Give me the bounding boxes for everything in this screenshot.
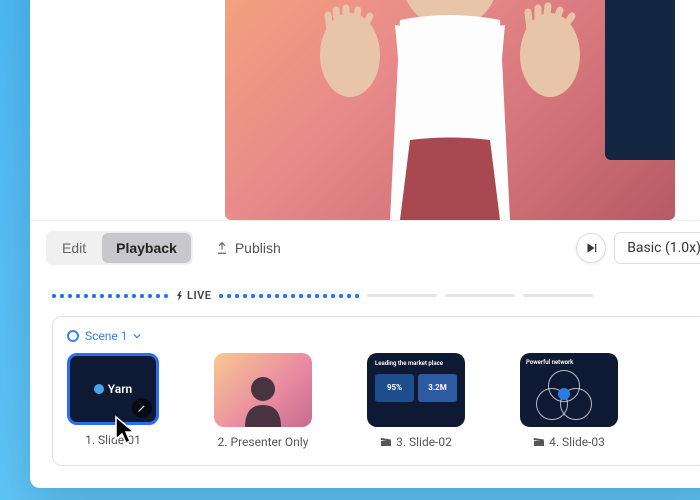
- slide-thumb-3: Leading the market place 95% 3.2M 3. Sli…: [367, 353, 465, 449]
- slide-title: Powerful network: [526, 359, 612, 366]
- thumb-label: 4. Slide-03: [549, 435, 605, 449]
- clapper-icon: [380, 437, 392, 447]
- chevron-down-icon: [133, 332, 141, 340]
- preview-side-panel: [605, 0, 675, 160]
- speed-select[interactable]: Basic (1.0x): [614, 232, 700, 264]
- bolt-icon: [176, 291, 184, 301]
- presenter-figure: [280, 0, 620, 220]
- timeline-segment[interactable]: [523, 294, 593, 297]
- playback-tab[interactable]: Playback: [102, 233, 191, 263]
- thumb-slide-03[interactable]: Powerful network: [520, 353, 618, 427]
- stat-box-a: 95%: [375, 374, 414, 402]
- timeline-segment[interactable]: [367, 294, 437, 297]
- publish-label: Publish: [235, 240, 281, 256]
- venn-diagram: [526, 366, 612, 421]
- play-button[interactable]: [576, 233, 606, 263]
- person-silhouette-icon: [235, 371, 291, 427]
- record-icon: [67, 330, 79, 342]
- slide-thumb-4: Powerful network 4. Slide-03: [520, 353, 618, 449]
- timeline-dots-right: [219, 294, 359, 298]
- live-label: LIVE: [187, 289, 211, 302]
- clapper-icon: [533, 437, 545, 447]
- slide-thumb-2: 2. Presenter Only: [214, 353, 312, 449]
- thumbnails-row: Yarn 1. Slide-01 2. Presenter Only: [67, 353, 693, 449]
- upload-icon: [215, 241, 229, 255]
- thumb-label: 3. Slide-02: [396, 435, 452, 449]
- speed-label: Basic (1.0x): [627, 240, 700, 256]
- scene-header[interactable]: Scene 1: [67, 329, 693, 343]
- slide-title: Leading the market place: [375, 361, 457, 368]
- preview-area: [30, 0, 700, 220]
- thumb-slide-02[interactable]: Leading the market place 95% 3.2M: [367, 353, 465, 427]
- thumb-label: 2. Presenter Only: [218, 435, 309, 449]
- mouse-cursor: [112, 415, 144, 447]
- edit-tab[interactable]: Edit: [48, 233, 100, 263]
- pencil-icon: [137, 403, 147, 413]
- live-indicator: LIVE: [176, 289, 211, 302]
- preview-frame: [225, 0, 675, 220]
- scenes-panel: Scene 1 Yarn 1. Slide-01: [52, 316, 700, 466]
- publish-button[interactable]: Publish: [201, 233, 295, 263]
- timeline-dots-left: [52, 294, 168, 298]
- toolbar: Edit Playback Publish Basic (1.0x): [30, 220, 700, 275]
- thumb-presenter-only[interactable]: [214, 353, 312, 427]
- yarn-logo-icon: [94, 384, 104, 394]
- stat-box-b: 3.2M: [418, 374, 457, 402]
- scene-name: Scene 1: [85, 329, 127, 343]
- play-icon: [584, 241, 598, 255]
- yarn-title: Yarn: [108, 382, 132, 396]
- mode-tab-group: Edit Playback: [46, 231, 193, 265]
- timeline-segment[interactable]: [445, 294, 515, 297]
- timeline-strip: LIVE: [30, 275, 700, 308]
